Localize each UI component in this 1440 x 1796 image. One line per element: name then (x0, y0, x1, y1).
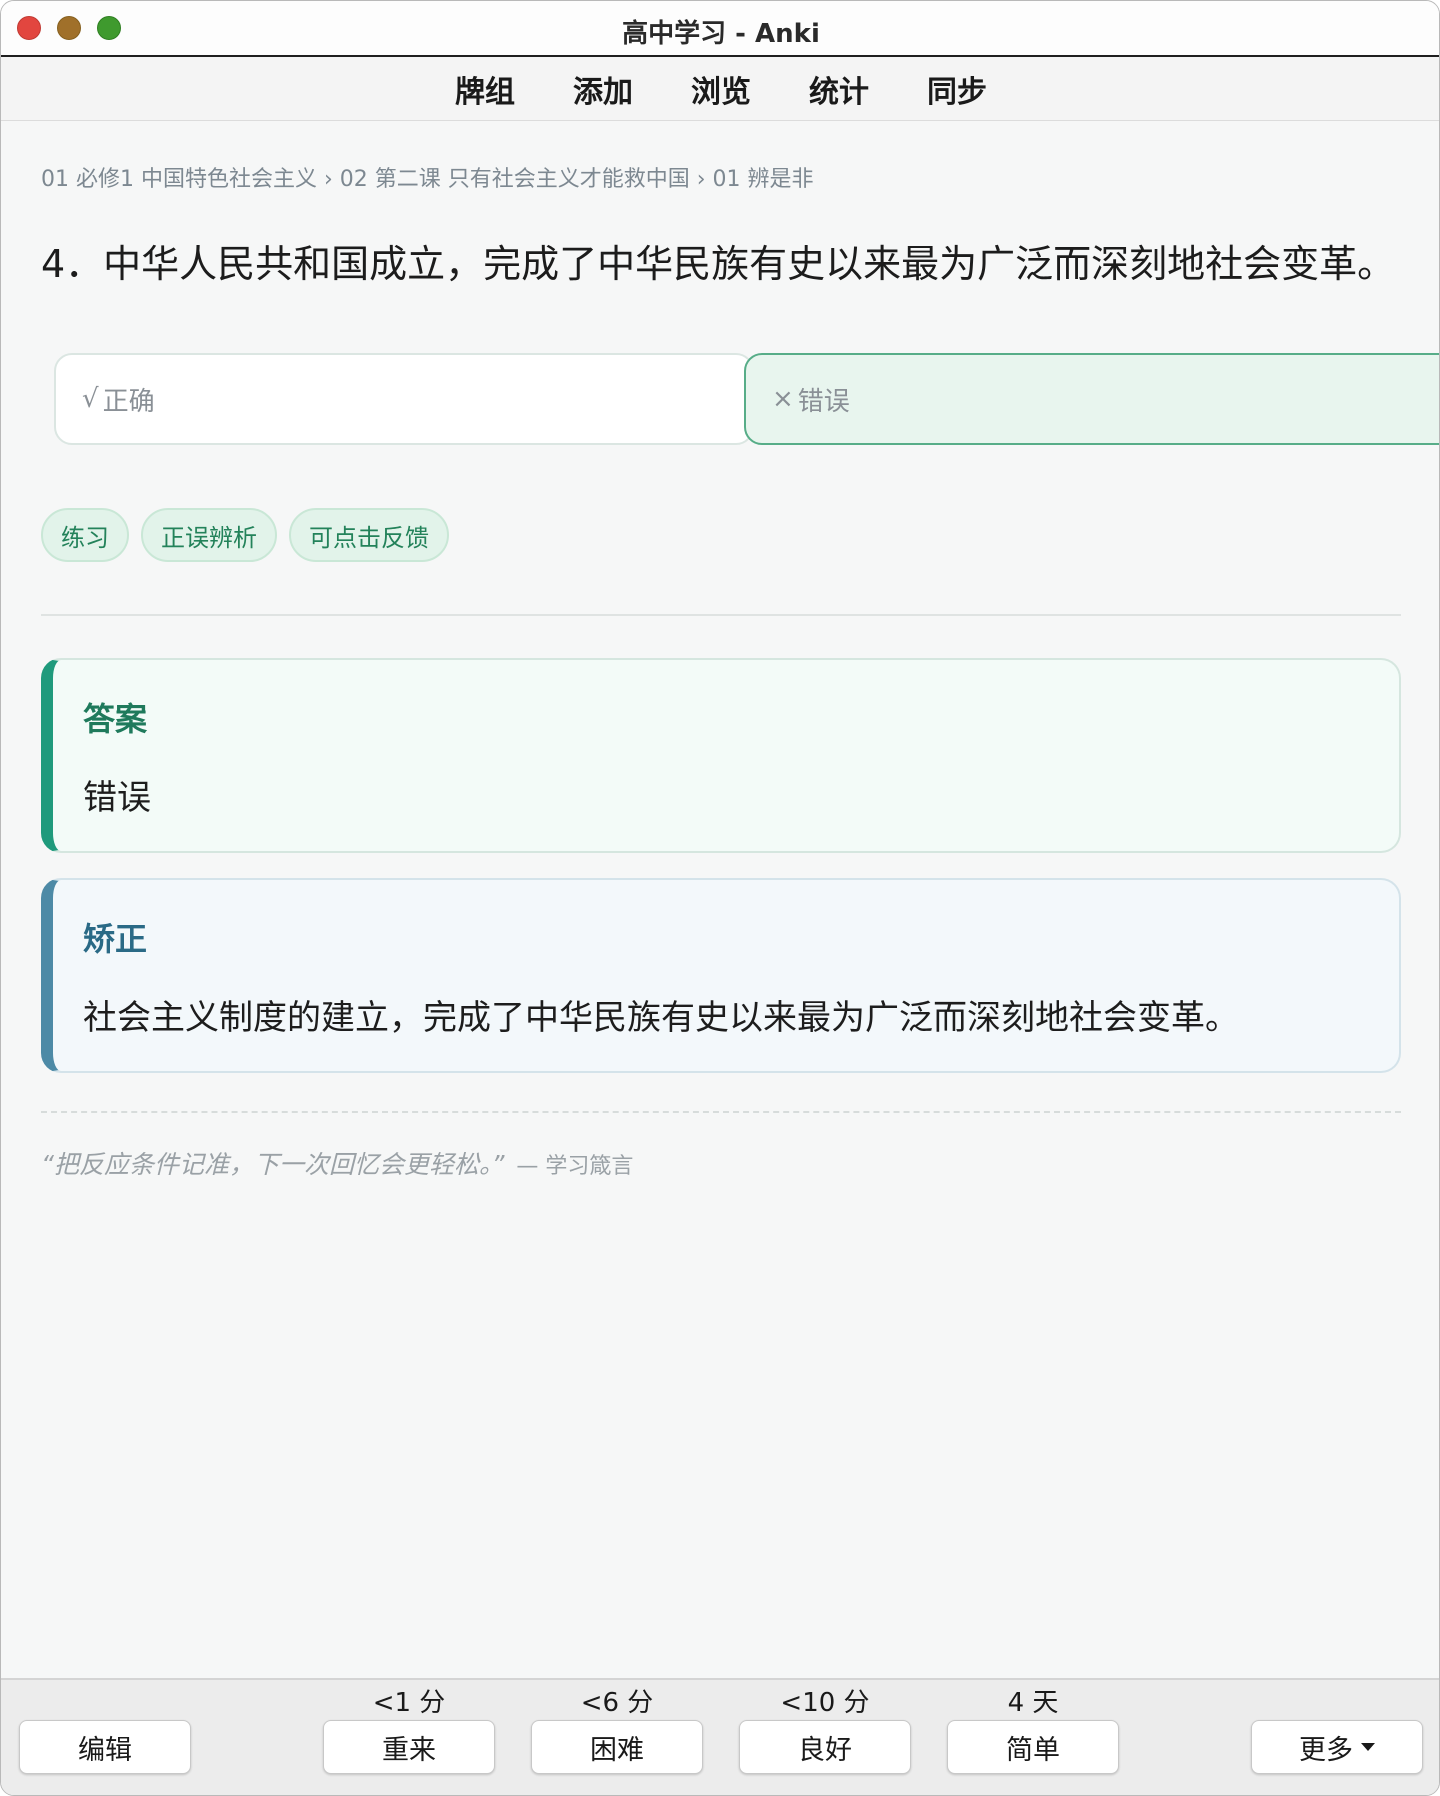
correction-panel: 矫正 社会主义制度的建立，完成了中华民族有史以来最为广泛而深刻地社会变革。 (41, 878, 1401, 1073)
answer-panel: 答案 错误 (41, 658, 1401, 853)
answer-title: 答案 (83, 700, 148, 738)
again-interval: <1 分 (372, 1688, 446, 1718)
title-bar: 高中学习 - Anki (1, 1, 1439, 57)
section-divider (41, 614, 1401, 616)
option-wrong[interactable]: × 错误 (744, 353, 1439, 445)
quote-source: — 学习箴言 (516, 1154, 634, 1179)
study-quote: “把反应条件记准，下一次回忆会更轻松。” — 学习箴言 (41, 1145, 633, 1181)
again-button-label: 重来 (382, 1734, 436, 1766)
quote-divider (41, 1111, 1401, 1113)
review-bottom-bar: 编辑 <1 分 重来 <6 分 困难 <10 分 良好 4 天 简单 更多 (1, 1678, 1439, 1795)
option-correct-label: 正确 (102, 386, 155, 417)
easy-interval: 4 天 (1007, 1688, 1059, 1718)
check-icon: √ (82, 384, 99, 414)
option-wrong-label: 错误 (797, 386, 850, 417)
good-button[interactable]: 良好 (739, 1720, 911, 1774)
tag-clickable-feedback: 可点击反馈 (289, 508, 449, 562)
more-button[interactable]: 更多 (1251, 1720, 1423, 1774)
toolbar-browse[interactable]: 浏览 (662, 67, 780, 111)
toolbar-add[interactable]: 添加 (544, 67, 662, 111)
dropdown-caret-icon (1361, 1743, 1375, 1751)
toolbar-decks[interactable]: 牌组 (426, 67, 544, 111)
hard-button[interactable]: 困难 (531, 1720, 703, 1774)
hard-button-label: 困难 (590, 1734, 644, 1766)
easy-button[interactable]: 简单 (947, 1720, 1119, 1774)
correction-title: 矫正 (83, 920, 148, 958)
answer-body: 错误 (83, 778, 151, 818)
again-button[interactable]: 重来 (323, 1720, 495, 1774)
option-correct[interactable]: √ 正确 (54, 353, 754, 445)
correction-body: 社会主义制度的建立，完成了中华民族有史以来最为广泛而深刻地社会变革。 (83, 998, 1239, 1038)
more-button-label: 更多 (1299, 1734, 1353, 1766)
edit-button-label: 编辑 (78, 1734, 132, 1766)
edit-button[interactable]: 编辑 (19, 1720, 191, 1774)
cross-icon: × (772, 384, 794, 414)
window-title: 高中学习 - Anki (622, 19, 820, 49)
good-interval: <10 分 (780, 1688, 870, 1718)
tag-practice: 练习 (41, 508, 129, 562)
quote-text: “把反应条件记准，下一次回忆会更轻松。” (41, 1150, 505, 1179)
good-button-label: 良好 (798, 1734, 852, 1766)
easy-button-label: 简单 (1006, 1734, 1060, 1766)
main-toolbar: 牌组 添加 浏览 统计 同步 (1, 57, 1439, 121)
toolbar-sync[interactable]: 同步 (898, 67, 1016, 111)
toolbar-stats[interactable]: 统计 (780, 67, 898, 111)
breadcrumb: 01 必修1 中国特色社会主义 › 02 第二课 只有社会主义才能救中国 › 0… (41, 167, 814, 192)
question-text: 4．中华人民共和国成立，完成了中华民族有史以来最为广泛而深刻地社会变革。 (41, 242, 1396, 286)
anki-window: 高中学习 - Anki 牌组 添加 浏览 统计 同步 01 必修1 中国特色社会… (0, 0, 1440, 1796)
tag-list: 练习 正误辨析 可点击反馈 (41, 508, 449, 562)
tag-true-false: 正误辨析 (141, 508, 277, 562)
hard-interval: <6 分 (580, 1688, 654, 1718)
